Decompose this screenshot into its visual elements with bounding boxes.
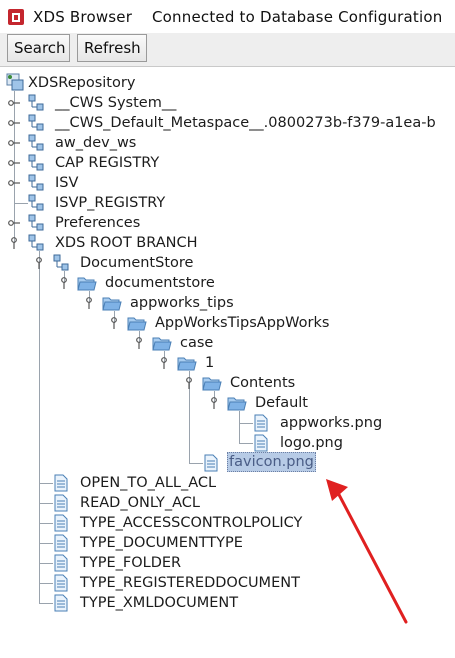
open-folder-icon: [227, 394, 247, 412]
branch-icon: [27, 194, 45, 212]
branch-icon: [27, 214, 45, 232]
document-icon: [53, 554, 71, 572]
tree-root[interactable]: XDSRepository: [6, 73, 426, 93]
tree-node-label: READ_ONLY_ACL: [80, 495, 200, 511]
tree-node-selected[interactable]: favicon.png: [203, 452, 403, 473]
expand-toggle-icon[interactable]: [8, 217, 20, 229]
open-folder-icon: [102, 294, 122, 312]
tree-node[interactable]: __CWS_Default_Metaspace__.0800273b-f379-…: [8, 113, 455, 133]
tree-node-label: ISV: [55, 175, 79, 191]
expand-toggle-icon[interactable]: [8, 177, 20, 189]
tree-node[interactable]: DocumentStore: [33, 253, 433, 273]
title-bar: XDS Browser Connected to Database Config…: [0, 0, 455, 34]
tree-node[interactable]: appworks.png: [253, 413, 453, 433]
document-icon: [53, 574, 71, 592]
connection-status: Connected to Database Configuration: [151, 8, 443, 26]
document-icon: [253, 414, 271, 432]
document-icon: [203, 454, 221, 472]
tree-node[interactable]: Default: [208, 393, 448, 413]
tree-node-label: Preferences: [55, 215, 141, 231]
expand-toggle-icon[interactable]: [8, 137, 20, 149]
repository-tree[interactable]: XDSRepository __CWS System__ __CWS_Defau…: [0, 67, 455, 658]
collapse-toggle-icon[interactable]: [208, 397, 220, 409]
tree-node[interactable]: XDS ROOT BRANCH: [8, 233, 408, 253]
tree-node-label: TYPE_DOCUMENTTYPE: [80, 535, 243, 551]
window-title: XDS Browser Connected to Database Config…: [33, 8, 442, 26]
branch-icon: [27, 94, 45, 112]
collapse-toggle-icon[interactable]: [183, 377, 195, 389]
open-folder-icon: [152, 334, 172, 352]
expand-toggle-icon[interactable]: [8, 117, 20, 129]
app-name: XDS Browser: [33, 8, 133, 26]
tree-node-label: documentstore: [105, 275, 215, 291]
tree-node-label: TYPE_REGISTEREDDOCUMENT: [80, 575, 300, 591]
tree-node-label: appworks.png: [280, 415, 383, 431]
tree-node-label: DocumentStore: [80, 255, 194, 271]
branch-icon: [27, 174, 45, 192]
tree-node-label: aw_dev_ws: [55, 135, 137, 151]
tree-node-label: __CWS_Default_Metaspace__.0800273b-f379-…: [55, 115, 436, 131]
search-button[interactable]: Search: [7, 34, 70, 62]
tree-node[interactable]: documentstore: [58, 273, 438, 293]
expand-toggle-icon[interactable]: [8, 97, 20, 109]
selected-node-label: favicon.png: [227, 452, 316, 472]
document-icon: [53, 474, 71, 492]
annotation-arrow-icon: [326, 479, 408, 624]
tree-node-label: __CWS System__: [55, 95, 177, 111]
document-icon: [53, 594, 71, 612]
repository-icon: [6, 73, 24, 91]
tree-node-label: appworks_tips: [130, 295, 234, 311]
tree-root-label: XDSRepository: [28, 75, 136, 91]
tree-node[interactable]: __CWS System__: [8, 93, 448, 113]
tree-node[interactable]: logo.png: [253, 433, 453, 453]
tree-node[interactable]: Preferences: [8, 213, 408, 233]
tree-node[interactable]: CAP REGISTRY: [8, 153, 408, 173]
tree-node-label: TYPE_ACCESSCONTROLPOLICY: [80, 515, 303, 531]
tree-node-label: 1: [205, 355, 215, 371]
collapse-toggle-icon[interactable]: [83, 297, 95, 309]
collapse-toggle-icon[interactable]: [8, 237, 20, 249]
document-icon: [253, 434, 271, 452]
tree-node-label: TYPE_XMLDOCUMENT: [80, 595, 239, 611]
tree-node[interactable]: case: [133, 333, 433, 353]
branch-icon: [27, 134, 45, 152]
tree-node[interactable]: AppWorksTipsAppWorks: [108, 313, 448, 333]
tree-node-label: logo.png: [280, 435, 343, 451]
open-folder-icon: [77, 274, 97, 292]
tree-node-label: TYPE_FOLDER: [80, 555, 182, 571]
tree-node-label: ISVP_REGISTRY: [55, 195, 166, 211]
tree-node[interactable]: aw_dev_ws: [8, 133, 408, 153]
tree-node[interactable]: ISVP_REGISTRY: [8, 193, 408, 213]
collapse-toggle-icon[interactable]: [158, 357, 170, 369]
tree-node[interactable]: ISV: [8, 173, 408, 193]
open-folder-icon: [127, 314, 147, 332]
branch-icon: [27, 114, 45, 132]
tree-node[interactable]: Contents: [183, 373, 443, 393]
xds-app-icon: [8, 9, 24, 25]
tree-node[interactable]: appworks_tips: [83, 293, 443, 313]
tree-node[interactable]: 1: [158, 353, 438, 373]
open-folder-icon: [202, 374, 222, 392]
document-icon: [53, 514, 71, 532]
toolbar: Search Refresh: [0, 33, 455, 67]
collapse-toggle-icon[interactable]: [33, 257, 45, 269]
tree-node-label: AppWorksTipsAppWorks: [155, 315, 330, 331]
tree-node-label: Default: [255, 395, 308, 411]
branch-icon: [27, 234, 45, 252]
expand-toggle-icon[interactable]: [8, 157, 20, 169]
open-folder-icon: [177, 354, 197, 372]
collapse-toggle-icon[interactable]: [133, 337, 145, 349]
tree-node-label: case: [180, 335, 214, 351]
tree-node-label: XDS ROOT BRANCH: [55, 235, 198, 251]
tree-node-label: OPEN_TO_ALL_ACL: [80, 475, 217, 491]
tree-node-label: Contents: [230, 375, 296, 391]
branch-icon: [27, 154, 45, 172]
collapse-toggle-icon[interactable]: [58, 277, 70, 289]
document-icon: [53, 494, 71, 512]
collapse-toggle-icon[interactable]: [108, 317, 120, 329]
refresh-button[interactable]: Refresh: [77, 34, 147, 62]
branch-icon: [52, 254, 70, 272]
tree-node-label: CAP REGISTRY: [55, 155, 160, 171]
document-icon: [53, 534, 71, 552]
